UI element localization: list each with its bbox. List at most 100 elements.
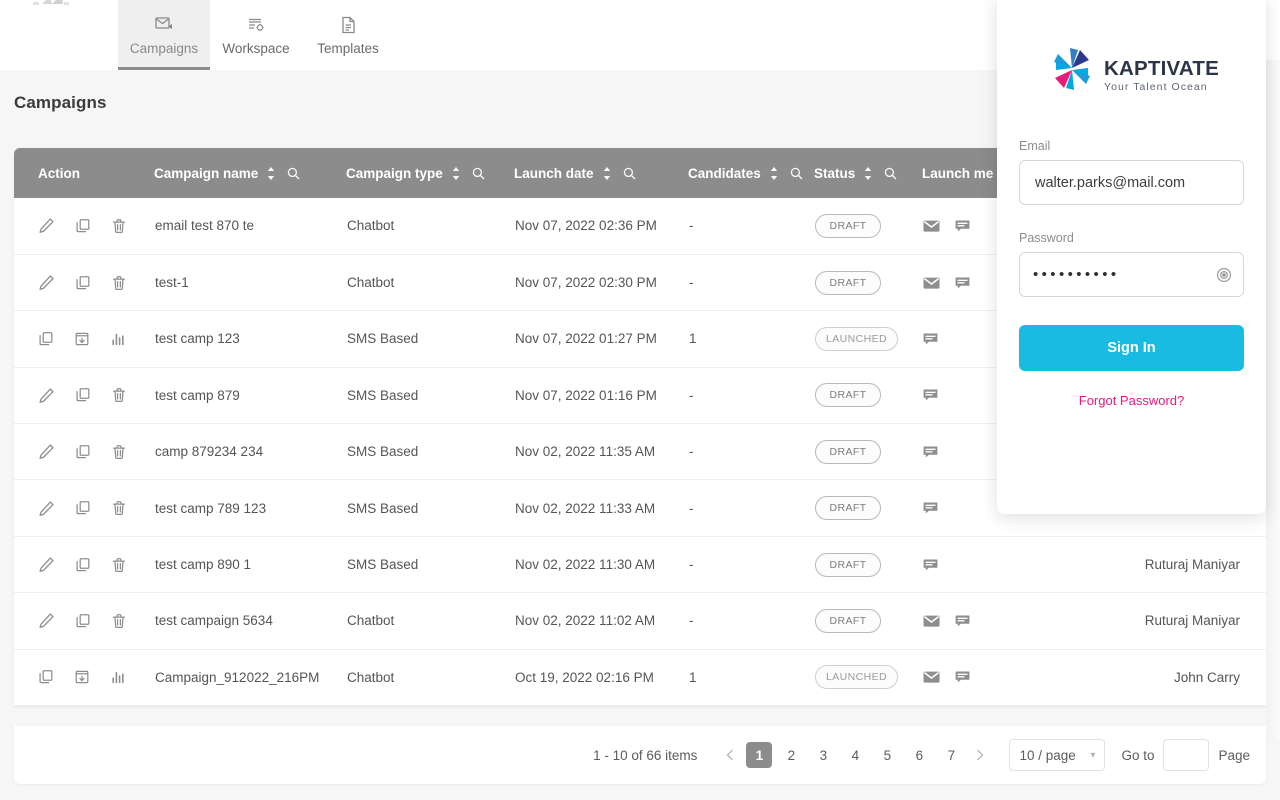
row-status-cell: DRAFT	[814, 198, 922, 255]
copy-icon[interactable]	[38, 669, 54, 685]
chat-icon[interactable]	[955, 219, 970, 233]
row-launch-date: Oct 19, 2022 02:16 PM	[514, 649, 688, 707]
row-campaign-type: SMS Based	[346, 423, 514, 481]
row-candidates: -	[688, 592, 814, 650]
row-launch-media-cell	[922, 536, 1112, 594]
kaptivate-pinwheel-icon	[1044, 42, 1100, 103]
email-input[interactable]	[1033, 161, 1230, 204]
copy-icon[interactable]	[75, 557, 91, 573]
sort-icon-status[interactable]	[864, 166, 872, 180]
edit-icon[interactable]	[38, 274, 55, 291]
search-icon-campaign-name[interactable]	[287, 167, 300, 180]
email-icon[interactable]	[923, 670, 940, 684]
search-icon-status[interactable]	[884, 167, 897, 180]
login-panel: KAPTIVATE Your Talent Ocean Email Passwo…	[997, 0, 1266, 514]
pagination-page-1[interactable]: 1	[746, 742, 773, 768]
row-created-by: Ruturaj Maniyar	[1112, 536, 1266, 594]
copy-icon[interactable]	[38, 331, 54, 347]
export-icon[interactable]	[74, 669, 90, 685]
chat-icon[interactable]	[955, 670, 970, 684]
pagination-page-5[interactable]: 5	[874, 742, 900, 768]
edit-icon[interactable]	[38, 443, 55, 460]
export-icon[interactable]	[74, 331, 90, 347]
copy-icon[interactable]	[75, 387, 91, 403]
search-icon-candidates[interactable]	[790, 167, 803, 180]
edit-icon[interactable]	[38, 556, 55, 573]
pagination-page-4[interactable]: 4	[842, 742, 868, 768]
delete-icon[interactable]	[111, 218, 127, 234]
pagination-page-7[interactable]: 7	[938, 742, 964, 768]
sort-icon-campaign-type[interactable]	[452, 166, 460, 180]
chat-icon[interactable]	[923, 501, 938, 515]
password-input[interactable]: ••••••••••	[1033, 266, 1120, 283]
search-icon-campaign-type[interactable]	[472, 167, 485, 180]
tab-workspace[interactable]: Workspace	[210, 0, 302, 70]
pagination-page-2[interactable]: 2	[778, 742, 804, 768]
page-size-select[interactable]: 10 / page ▾	[1009, 739, 1106, 771]
chat-icon[interactable]	[923, 558, 938, 572]
email-icon[interactable]	[923, 219, 940, 233]
sort-icon-campaign-name[interactable]	[267, 166, 275, 180]
tab-templates[interactable]: Templates	[302, 0, 394, 70]
row-status-cell: DRAFT	[814, 479, 922, 537]
delete-icon[interactable]	[111, 444, 127, 460]
row-campaign-name: camp 879234 234	[154, 423, 346, 481]
row-campaign-type: Chatbot	[346, 592, 514, 650]
eye-icon[interactable]	[1216, 267, 1232, 283]
chat-icon[interactable]	[923, 445, 938, 459]
row-launch-date: Nov 07, 2022 02:30 PM	[514, 254, 688, 312]
copy-icon[interactable]	[75, 275, 91, 291]
password-field-box[interactable]: ••••••••••	[1019, 252, 1244, 297]
logo-wordmark: KAPTIVATE	[1104, 56, 1219, 80]
delete-icon[interactable]	[111, 500, 127, 516]
copy-icon[interactable]	[75, 218, 91, 234]
email-field-box[interactable]	[1019, 160, 1244, 205]
status-badge: DRAFT	[815, 270, 881, 295]
email-icon[interactable]	[923, 614, 940, 628]
sort-icon-candidates[interactable]	[770, 166, 778, 180]
copy-icon[interactable]	[75, 444, 91, 460]
campaign-envelope-icon	[154, 15, 174, 35]
tab-campaigns[interactable]: Campaigns	[118, 0, 210, 70]
delete-icon[interactable]	[111, 387, 127, 403]
chevron-left-icon[interactable]	[717, 742, 743, 768]
row-launch-date: Nov 02, 2022 11:33 AM	[514, 479, 688, 537]
sign-in-button[interactable]: Sign In	[1019, 325, 1244, 371]
delete-icon[interactable]	[111, 613, 127, 629]
edit-icon[interactable]	[38, 612, 55, 629]
page-size-value: 10 / page	[1019, 747, 1076, 763]
goto-page-input[interactable]	[1163, 739, 1210, 771]
delete-icon[interactable]	[111, 275, 127, 291]
report-icon[interactable]	[110, 669, 126, 685]
search-icon-launch-date[interactable]	[623, 167, 636, 180]
email-icon[interactable]	[923, 276, 940, 290]
report-icon[interactable]	[110, 331, 126, 347]
pagination-page-3[interactable]: 3	[810, 742, 836, 768]
edit-icon[interactable]	[38, 500, 55, 517]
sort-icon-launch-date[interactable]	[603, 166, 611, 180]
brand-logo[interactable]	[0, 0, 100, 70]
edit-icon[interactable]	[38, 387, 55, 404]
chat-icon[interactable]	[923, 332, 938, 346]
delete-icon[interactable]	[111, 557, 127, 573]
copy-icon[interactable]	[75, 613, 91, 629]
edit-icon[interactable]	[38, 217, 55, 234]
row-launch-date: Nov 02, 2022 11:30 AM	[514, 536, 688, 594]
table-row[interactable]: Campaign_912022_216PM Chatbot Oct 19, 2022…	[14, 649, 1266, 707]
chat-icon[interactable]	[955, 614, 970, 628]
copy-icon[interactable]	[75, 500, 91, 516]
forgot-password-link[interactable]: Forgot Password?	[1019, 393, 1244, 408]
row-campaign-name: Campaign_912022_216PM	[154, 649, 346, 707]
row-actions-cell	[14, 367, 154, 425]
row-status-cell: DRAFT	[814, 423, 922, 481]
pagination-page-6[interactable]: 6	[906, 742, 932, 768]
table-row[interactable]: test campaign 5634 Chatbot Nov 02, 2022 11…	[14, 592, 1266, 650]
chat-icon[interactable]	[923, 388, 938, 402]
nav-tabs: Campaigns Workspace Templates	[118, 0, 394, 70]
chevron-right-icon[interactable]	[967, 742, 993, 768]
row-campaign-name: test campaign 5634	[154, 592, 346, 650]
chat-icon[interactable]	[955, 276, 970, 290]
row-campaign-name: test camp 879	[154, 367, 346, 425]
login-logo: KAPTIVATE Your Talent Ocean	[1019, 0, 1244, 113]
table-row[interactable]: test camp 890 1 SMS Based Nov 02, 2022 11:…	[14, 536, 1266, 594]
